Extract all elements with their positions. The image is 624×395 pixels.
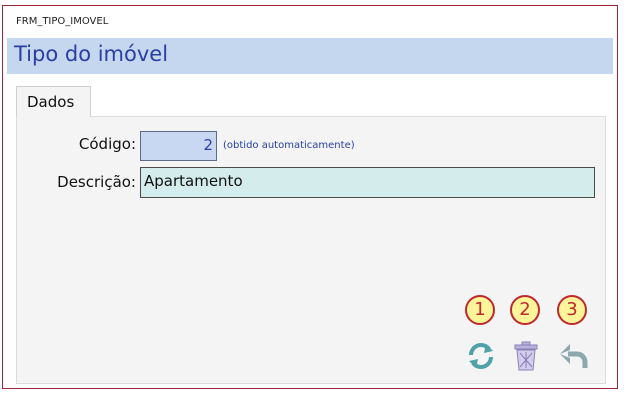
codigo-label: Código: bbox=[78, 135, 136, 153]
form-name-label: FRM_TIPO_IMOVEL bbox=[16, 16, 109, 27]
descricao-label: Descrição: bbox=[57, 173, 136, 191]
undo-icon bbox=[560, 344, 588, 368]
codigo-field[interactable]: 2 bbox=[140, 131, 217, 161]
codigo-hint: (obtido automaticamente) bbox=[223, 140, 355, 151]
callout-badge-2: 2 bbox=[510, 295, 540, 325]
undo-button[interactable] bbox=[557, 340, 589, 372]
refresh-icon bbox=[469, 343, 493, 369]
callout-badge-3: 3 bbox=[557, 295, 587, 325]
delete-button[interactable] bbox=[510, 340, 542, 372]
page-title: Tipo do imóvel bbox=[14, 42, 169, 66]
tab-dados[interactable]: Dados bbox=[16, 86, 91, 117]
form-header: Tipo do imóvel bbox=[7, 38, 613, 74]
tab-dados-label: Dados bbox=[27, 93, 75, 111]
descricao-field[interactable]: Apartamento bbox=[140, 167, 595, 198]
refresh-button[interactable] bbox=[465, 340, 497, 372]
trash-icon bbox=[514, 341, 538, 371]
callout-badge-1: 1 bbox=[465, 295, 495, 325]
